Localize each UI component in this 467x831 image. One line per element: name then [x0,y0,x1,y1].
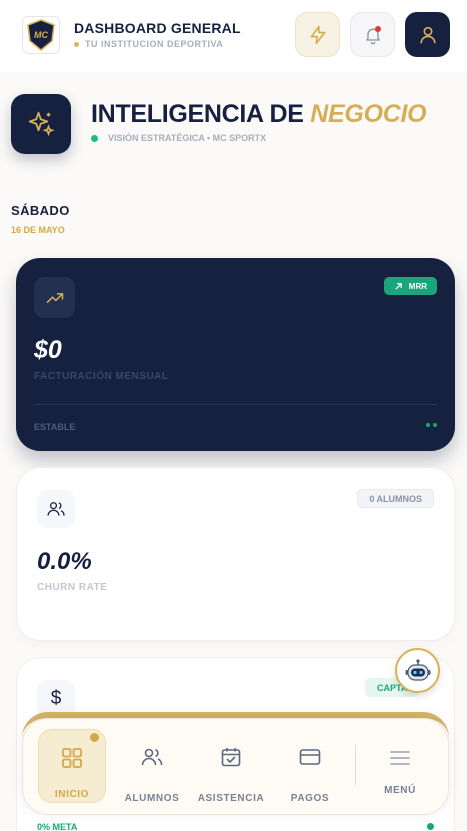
calendar-check-icon [221,748,241,767]
grid-icon [62,748,82,768]
trend-icon-box [34,277,75,318]
nav-item-inicio[interactable]: INICIO [38,719,106,816]
date-label: 16 DE MAYO [11,225,65,235]
nav-label-inicio: INICIO [54,789,90,800]
weekday-label: SÁBADO [11,203,70,218]
app-subtitle-text: TU INSTITUCION DEPORTIVA [85,39,224,49]
robot-icon [405,658,430,681]
pager-dots [426,423,437,427]
mrr-badge: MRR [383,277,437,295]
trending-up-icon [46,292,63,303]
users-icon [47,502,65,516]
nav-label-alumnos: ALUMNOS [124,793,180,804]
churn-card[interactable]: 0 ALUMNOS 0.0% CHURN RATE [16,467,455,641]
user-icon [419,26,436,43]
top-bar: MC DASHBOARD GENERAL TU INSTITUCION DEPO… [0,0,467,72]
institution-logo[interactable]: MC [22,16,60,54]
nav-separator [355,745,356,785]
churn-label: CHURN RATE [37,582,108,593]
revenue-label: FACTURACIÓN MENSUAL [34,371,169,382]
nav-item-pagos[interactable]: PAGOS [277,719,343,816]
goal-progress-label: 0% META [37,822,78,831]
svg-text:MC: MC [34,30,48,40]
credit-card-icon [299,749,321,765]
hero-icon-box [11,94,71,154]
revenue-card[interactable]: MRR $0 FACTURACIÓN MENSUAL ESTABLE [16,258,455,451]
nav-label-pagos: PAGOS [290,793,330,804]
churn-value: 0.0% [37,548,92,575]
bottom-navigation: INICIO ALUMNOS ASISTENCIA PAGOS MENÚ [22,718,449,815]
sparkles-icon [28,111,55,137]
page-title: INTELIGENCIA DE NEGOCIO [91,100,427,128]
page-title-accent: NEGOCIO [310,100,427,128]
goal-dot [427,823,434,830]
users-icon [141,748,163,766]
nav-item-menu[interactable]: MENÚ [367,719,433,816]
app-subtitle: TU INSTITUCION DEPORTIVA [74,39,223,49]
shield-logo-icon: MC [27,19,55,51]
app-title: DASHBOARD GENERAL [74,20,241,36]
quick-actions-button[interactable] [295,12,340,57]
bolt-icon [310,25,325,44]
nav-label-asistencia: ASISTENCIA [197,793,265,804]
arrow-up-right-icon [395,282,402,290]
nav-item-alumnos[interactable]: ALUMNOS [119,719,185,816]
live-dot [91,134,98,142]
page-subtitle-text: VISIÓN ESTRATÉGICA • MC SPORTX [108,133,267,143]
revenue-status: ESTABLE [34,422,76,432]
page-subtitle: VISIÓN ESTRATÉGICA • MC SPORTX [91,133,266,143]
notification-dot [375,26,381,32]
notifications-button[interactable] [350,12,395,57]
status-dot [74,41,79,47]
students-count-badge: 0 ALUMNOS [357,489,434,508]
profile-button[interactable] [405,12,450,57]
users-icon-box [37,490,75,528]
assistant-bot-button[interactable] [395,648,440,693]
mrr-badge-label: MRR [408,281,427,291]
divider [34,404,437,405]
menu-icon [390,751,410,765]
nav-item-asistencia[interactable]: ASISTENCIA [198,719,264,816]
nav-label-menu: MENÚ [384,785,416,796]
revenue-value: $0 [34,336,62,364]
